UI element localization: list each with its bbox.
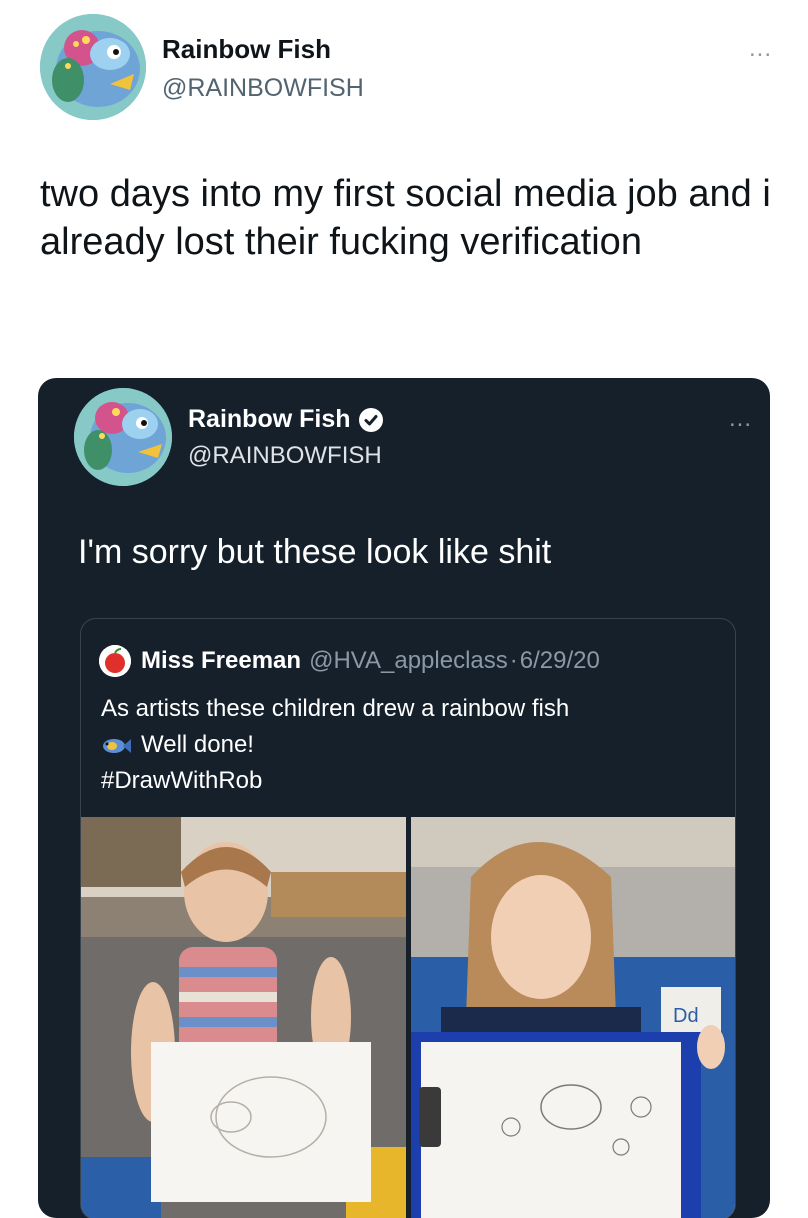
rainbow-fish-avatar[interactable] bbox=[40, 14, 146, 120]
inner-handle: @RAINBOWFISH bbox=[188, 442, 382, 469]
inner-display-name: Rainbow Fish bbox=[188, 405, 383, 434]
quoted-author-name: Miss Freeman bbox=[141, 647, 302, 674]
quoted-date: 6/29/20 bbox=[519, 647, 600, 674]
outer-display-name[interactable]: Rainbow Fish bbox=[162, 34, 331, 65]
verified-badge-icon bbox=[358, 407, 383, 432]
outer-tweet-header: Rainbow Fish @RAINBOWFISH ... bbox=[40, 14, 778, 124]
quoted-separator: · bbox=[509, 647, 518, 674]
quoted-line-1: As artists these children drew a rainbow… bbox=[101, 695, 570, 722]
inner-tweet-text: I'm sorry but these look like shit bbox=[78, 533, 552, 571]
quoted-line-2: Well done! bbox=[101, 727, 711, 763]
outer-tweet-text: two days into my first social media job … bbox=[40, 173, 771, 263]
more-options-icon: ... bbox=[728, 405, 752, 432]
quoted-tweet-header: Miss Freeman @HVA_appleclass · 6/29/20 bbox=[99, 645, 600, 677]
rainbow-fish-avatar bbox=[74, 388, 172, 486]
quoted-line-2-text: Well done! bbox=[141, 731, 254, 758]
embedded-tweet-image: Rainbow Fish @RAINBOWFISH ... I'm sorry … bbox=[38, 378, 770, 1218]
quoted-tweet-text: As artists these children drew a rainbow… bbox=[101, 691, 711, 799]
apple-avatar-icon bbox=[99, 645, 131, 677]
photo-child-left bbox=[81, 817, 406, 1218]
tropical-fish-emoji-icon bbox=[103, 738, 131, 753]
photo-child-right: Dd bbox=[411, 817, 735, 1218]
quoted-handle: @HVA_appleclass bbox=[309, 647, 508, 674]
quoted-hashtag: #DrawWithRob bbox=[101, 767, 263, 794]
inner-name-text: Rainbow Fish bbox=[188, 405, 351, 433]
outer-handle[interactable]: @RAINBOWFISH bbox=[162, 74, 364, 103]
alphabet-sign-text: Dd bbox=[673, 1005, 699, 1027]
more-options-icon[interactable]: ... bbox=[749, 37, 772, 61]
quoted-tweet: Miss Freeman @HVA_appleclass · 6/29/20 A… bbox=[80, 618, 736, 1218]
